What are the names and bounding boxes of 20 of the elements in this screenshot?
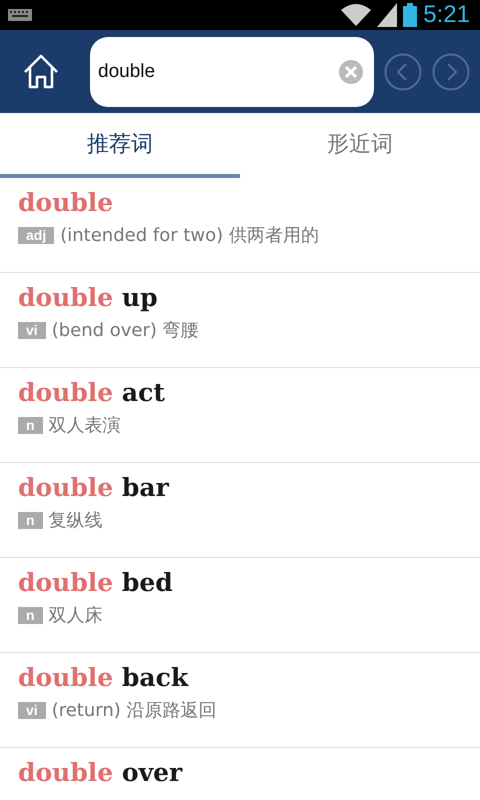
headword[interactable]: double act [18, 378, 462, 407]
search-field[interactable]: double [90, 36, 374, 106]
part-of-speech-tag: n [18, 416, 43, 434]
headword[interactable]: double bar [18, 473, 462, 502]
headword[interactable]: double bed [18, 568, 462, 597]
definition: (intended for two) 供两者用的 [60, 224, 319, 247]
part-of-speech-tag: n [18, 512, 43, 528]
definition: 复纵线 [48, 509, 103, 532]
definition: 双人表演 [48, 414, 121, 437]
clock-time: 5:21 [423, 1, 470, 29]
definition: (bend over) 弯腰 [52, 319, 199, 342]
headword[interactable]: double back [18, 663, 462, 692]
headword[interactable]: double over [18, 758, 462, 787]
headword[interactable]: double up [18, 283, 462, 312]
definition: 双人床 [48, 604, 103, 627]
part-of-speech-tag: vi [18, 322, 46, 338]
definition: (return) 沿原路返回 [52, 699, 216, 722]
part-of-speech-tag: adj [18, 226, 54, 244]
part-of-speech-tag: vi [18, 702, 46, 718]
part-of-speech-tag: n [18, 606, 43, 624]
